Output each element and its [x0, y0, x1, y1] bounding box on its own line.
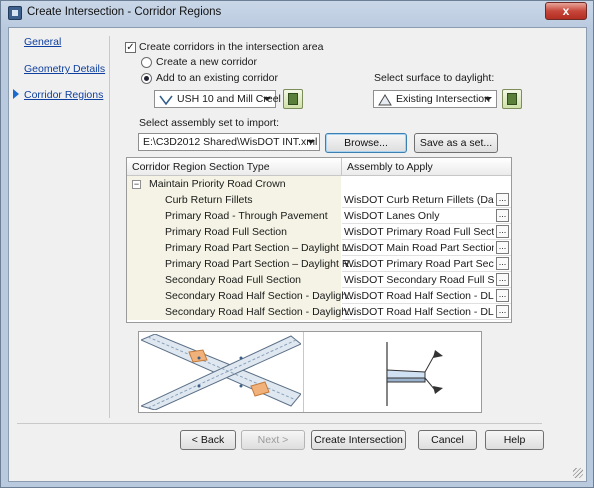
- help-button[interactable]: Help: [485, 430, 544, 450]
- table-row[interactable]: Secondary Road Half Section - Dayligh...…: [127, 304, 511, 320]
- corridor-icon: [159, 95, 173, 106]
- nav-link-corridor-regions[interactable]: Corridor Regions: [24, 89, 103, 101]
- section-type-cell: Secondary Road Half Section - Dayligh...: [165, 306, 356, 318]
- group-label: Maintain Priority Road Crown: [149, 178, 286, 190]
- assembly-value: WisDOT Secondary Road Full Sec...: [344, 274, 494, 286]
- ellipsis-button[interactable]: ...: [496, 241, 509, 254]
- grid-body: − Maintain Priority Road Crown Curb Retu…: [127, 176, 511, 322]
- title-bar[interactable]: Create Intersection - Corridor Regions x: [1, 1, 593, 25]
- ellipsis-button[interactable]: ...: [496, 193, 509, 206]
- corridor-regions-grid: Corridor Region Section Type Assembly to…: [126, 157, 512, 323]
- cancel-button[interactable]: Cancel: [418, 430, 477, 450]
- dialog-window: Create Intersection - Corridor Regions x…: [0, 0, 594, 488]
- assembly-set-value: E:\C3D2012 Shared\WisDOT INT.xml: [143, 136, 318, 148]
- app-icon: [8, 6, 22, 20]
- footer-divider: [17, 423, 542, 424]
- section-type-cell: Primary Road Part Section – Daylight L..…: [165, 242, 357, 254]
- pick-corridor-button[interactable]: [283, 89, 303, 109]
- section-type-cell: Curb Return Fillets: [165, 194, 253, 206]
- nav-link-geometry-details[interactable]: Geometry Details: [24, 63, 105, 75]
- assembly-cell[interactable]: WisDOT Primary Road Full Section ...: [342, 224, 511, 240]
- ellipsis-button[interactable]: ...: [496, 225, 509, 238]
- table-row[interactable]: Primary Road - Through Pavement WisDOT L…: [127, 208, 511, 224]
- surface-icon: [378, 94, 392, 106]
- column-header-section-type[interactable]: Corridor Region Section Type: [132, 161, 270, 173]
- ellipsis-button[interactable]: ...: [496, 257, 509, 270]
- ellipsis-button[interactable]: ...: [496, 289, 509, 302]
- section-preview: [386, 342, 443, 406]
- assembly-set-combo[interactable]: E:\C3D2012 Shared\WisDOT INT.xml: [138, 133, 320, 151]
- section-type-cell: Primary Road - Through Pavement: [165, 210, 328, 222]
- assembly-cell[interactable]: WisDOT Road Half Section - DL R... ...: [342, 304, 511, 320]
- surface-value: Existing Intersection: [396, 93, 490, 105]
- window-title: Create Intersection - Corridor Regions: [27, 6, 222, 18]
- assembly-value: WisDOT Main Road Part Section ...: [344, 242, 494, 254]
- current-page-arrow-icon: [13, 89, 19, 99]
- section-type-cell: Primary Road Full Section: [165, 226, 287, 238]
- assembly-value: WisDOT Road Half Section - DL R...: [344, 306, 494, 318]
- create-new-corridor-radio[interactable]: [141, 57, 152, 68]
- intersection-plan-preview: [141, 334, 301, 410]
- assembly-value: WisDOT Lanes Only: [344, 210, 440, 222]
- next-button[interactable]: Next >: [241, 430, 305, 450]
- section-type-cell: Secondary Road Half Section - Dayligh...: [165, 290, 356, 302]
- ellipsis-button[interactable]: ...: [496, 273, 509, 286]
- pick-surface-button[interactable]: [502, 89, 522, 109]
- save-as-set-button[interactable]: Save as a set...: [414, 133, 498, 153]
- tree-group-row[interactable]: − Maintain Priority Road Crown: [127, 176, 511, 192]
- wizard-nav: General Geometry Details Corridor Region…: [9, 28, 109, 418]
- assembly-cell[interactable]: WisDOT Main Road Part Section ... ...: [342, 240, 511, 256]
- browse-button[interactable]: Browse...: [325, 133, 407, 153]
- assembly-cell[interactable]: WisDOT Lanes Only ...: [342, 208, 511, 224]
- dialog-body: General Geometry Details Corridor Region…: [8, 27, 587, 482]
- table-row[interactable]: Curb Return Fillets WisDOT Curb Return F…: [127, 192, 511, 208]
- close-button[interactable]: x: [545, 2, 587, 20]
- add-existing-corridor-label: Add to an existing corridor: [156, 72, 278, 84]
- assembly-value: WisDOT Road Half Section - DL L...: [344, 290, 494, 302]
- preview-divider: [303, 332, 304, 412]
- ellipsis-button[interactable]: ...: [496, 305, 509, 318]
- assembly-cell[interactable]: WisDOT Primary Road Part Secti... ...: [342, 256, 511, 272]
- create-new-corridor-label: Create a new corridor: [156, 56, 257, 68]
- column-divider[interactable]: [341, 158, 342, 176]
- section-type-cell: Primary Road Part Section – Daylight R..…: [165, 258, 359, 270]
- assembly-cell[interactable]: WisDOT Secondary Road Full Sec... ...: [342, 272, 511, 288]
- table-row[interactable]: Secondary Road Half Section - Dayligh...…: [127, 288, 511, 304]
- assembly-cell[interactable]: WisDOT Curb Return Fillets (Dayl... ...: [342, 192, 511, 208]
- back-button[interactable]: < Back: [180, 430, 236, 450]
- chevron-down-icon: [263, 97, 271, 101]
- resize-grip-icon[interactable]: [573, 468, 583, 478]
- create-corridors-checkbox[interactable]: ✓: [125, 42, 136, 53]
- table-row[interactable]: Primary Road Full Section WisDOT Primary…: [127, 224, 511, 240]
- nav-link-general[interactable]: General: [24, 36, 61, 48]
- ellipsis-button[interactable]: ...: [496, 209, 509, 222]
- create-intersection-button[interactable]: Create Intersection: [311, 430, 406, 450]
- table-row[interactable]: Secondary Road Full Section WisDOT Secon…: [127, 272, 511, 288]
- assembly-value: WisDOT Curb Return Fillets (Dayl...: [344, 194, 494, 206]
- chevron-down-icon: [307, 140, 315, 144]
- table-row[interactable]: Primary Road Part Section – Daylight L..…: [127, 240, 511, 256]
- surface-label: Select surface to daylight:: [374, 72, 495, 84]
- column-header-assembly[interactable]: Assembly to Apply: [347, 161, 433, 173]
- surface-combo[interactable]: Existing Intersection: [373, 90, 497, 108]
- assembly-value: WisDOT Primary Road Full Section: [344, 226, 494, 238]
- add-existing-corridor-radio[interactable]: [141, 73, 152, 84]
- nav-divider: [109, 36, 110, 418]
- chevron-down-icon: [484, 97, 492, 101]
- assembly-cell[interactable]: WisDOT Road Half Section - DL L... ...: [342, 288, 511, 304]
- section-type-cell: Secondary Road Full Section: [165, 274, 301, 286]
- table-row[interactable]: Primary Road Part Section – Daylight R..…: [127, 256, 511, 272]
- create-corridors-label: Create corridors in the intersection are…: [139, 41, 324, 53]
- assembly-value: WisDOT Primary Road Part Secti...: [344, 258, 494, 270]
- preview-panel: [138, 331, 482, 413]
- assembly-set-label: Select assembly set to import:: [139, 117, 280, 129]
- existing-corridor-combo[interactable]: USH 10 and Mill Creel: [154, 90, 281, 108]
- collapse-icon[interactable]: −: [132, 180, 141, 189]
- grid-header: Corridor Region Section Type Assembly to…: [127, 158, 511, 176]
